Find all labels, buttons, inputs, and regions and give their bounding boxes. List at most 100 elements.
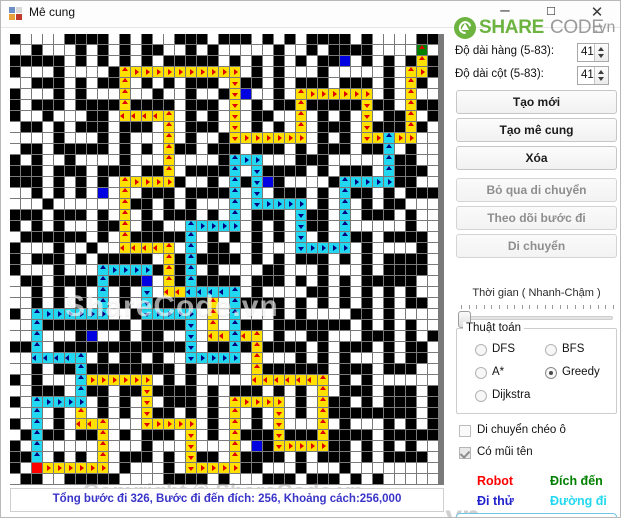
maze-cell[interactable] [373,375,383,385]
maze-cell[interactable] [406,188,416,198]
maze-cell[interactable] [307,155,317,165]
maze-cell[interactable] [406,166,416,176]
maze-cell[interactable] [54,199,64,209]
maze-cell[interactable] [43,78,53,88]
maze-cell[interactable] [373,100,383,110]
maze-cell[interactable] [274,287,284,297]
maze-cell[interactable] [54,287,64,297]
maze-cell[interactable] [186,45,196,55]
maze-cell[interactable] [318,463,328,473]
maze-cell[interactable] [417,353,427,363]
maze-cell[interactable] [153,331,163,341]
maze-cell[interactable] [406,452,416,462]
maze-cell[interactable] [153,221,163,231]
maze-cell[interactable] [241,254,251,264]
maze-cell[interactable] [406,34,416,44]
maze-cell[interactable] [318,210,328,220]
maze-cell[interactable] [65,474,75,484]
maze-cell[interactable] [153,232,163,242]
maze-cell[interactable] [131,342,141,352]
maze-cell[interactable] [307,232,317,242]
maze-cell[interactable] [186,100,196,110]
maze-cell[interactable] [43,34,53,44]
maze-cell[interactable] [395,419,405,429]
maze-cell[interactable] [307,78,317,88]
maze-cell[interactable] [219,452,229,462]
maze-cell[interactable] [329,298,339,308]
maze-cell[interactable] [32,254,42,264]
maze-cell[interactable] [109,199,119,209]
maze-cell[interactable] [208,375,218,385]
maze-cell[interactable] [285,265,295,275]
maze-cell[interactable] [153,100,163,110]
maze-cell[interactable] [65,177,75,187]
maze-cell[interactable] [54,430,64,440]
maze-cell[interactable] [219,364,229,374]
maze-cell[interactable] [76,166,86,176]
maze-cell[interactable] [285,45,295,55]
maze-cell[interactable] [329,210,339,220]
maze-cell[interactable] [307,199,317,209]
maze-cell[interactable] [186,166,196,176]
maze-cell[interactable] [142,89,152,99]
generate-maze-button[interactable]: Tạo mê cung [456,118,617,142]
maze-cell[interactable] [263,34,273,44]
maze-cell[interactable] [65,232,75,242]
maze-cell[interactable] [230,232,240,242]
maze-cell[interactable] [362,199,372,209]
maze-cell[interactable] [10,254,20,264]
maze-cell[interactable] [142,474,152,484]
maze-cell[interactable] [340,430,350,440]
maze-cell[interactable] [395,254,405,264]
maze-cell[interactable] [219,210,229,220]
maze-cell[interactable] [109,353,119,363]
maze-cell[interactable] [109,89,119,99]
maze-cell[interactable] [252,56,262,66]
maze-cell[interactable] [21,463,31,473]
maze-cell[interactable] [417,430,427,440]
maze-cell[interactable] [428,177,438,187]
maze-cell[interactable] [43,375,53,385]
maze-cell[interactable] [428,122,438,132]
maze-cell[interactable] [109,386,119,396]
maze-cell[interactable] [329,441,339,451]
maze-cell[interactable] [175,474,185,484]
maze-cell[interactable] [21,298,31,308]
maze-cell[interactable] [417,463,427,473]
maze-cell[interactable] [384,34,394,44]
maze-cell[interactable] [142,188,152,198]
maze-cell[interactable] [406,199,416,209]
maze-cell[interactable] [87,155,97,165]
maze-cell[interactable] [285,342,295,352]
maze-cell[interactable] [120,298,130,308]
maze-cell[interactable] [153,408,163,418]
maze-cell[interactable] [142,342,152,352]
maze-cell[interactable] [164,34,174,44]
maze-cell[interactable] [362,331,372,341]
maze-cell[interactable] [406,210,416,220]
maze-cell[interactable] [208,243,218,253]
maze-cell[interactable] [76,155,86,165]
maze-cell[interactable] [263,320,273,330]
maze-cell[interactable] [65,166,75,176]
maze-cell[interactable] [153,276,163,286]
maze-cell[interactable] [175,45,185,55]
maze-cell[interactable] [274,364,284,374]
maze-cell[interactable] [32,89,42,99]
maze-cell[interactable] [208,122,218,132]
maze-cell[interactable] [263,441,273,451]
maze-cell[interactable] [65,243,75,253]
maze-cell[interactable] [131,188,141,198]
maze-cell[interactable] [406,375,416,385]
maze-cell[interactable] [175,452,185,462]
maze-cell[interactable] [32,133,42,143]
maze-cell[interactable] [21,320,31,330]
maze-cell[interactable] [197,78,207,88]
maze-cell[interactable] [76,56,86,66]
maze-cell[interactable] [384,320,394,330]
maze-cell[interactable] [318,34,328,44]
maze-cell[interactable] [98,232,108,242]
maze-cell[interactable] [10,386,20,396]
maze-cell[interactable] [417,408,427,418]
maze-cell[interactable] [428,375,438,385]
